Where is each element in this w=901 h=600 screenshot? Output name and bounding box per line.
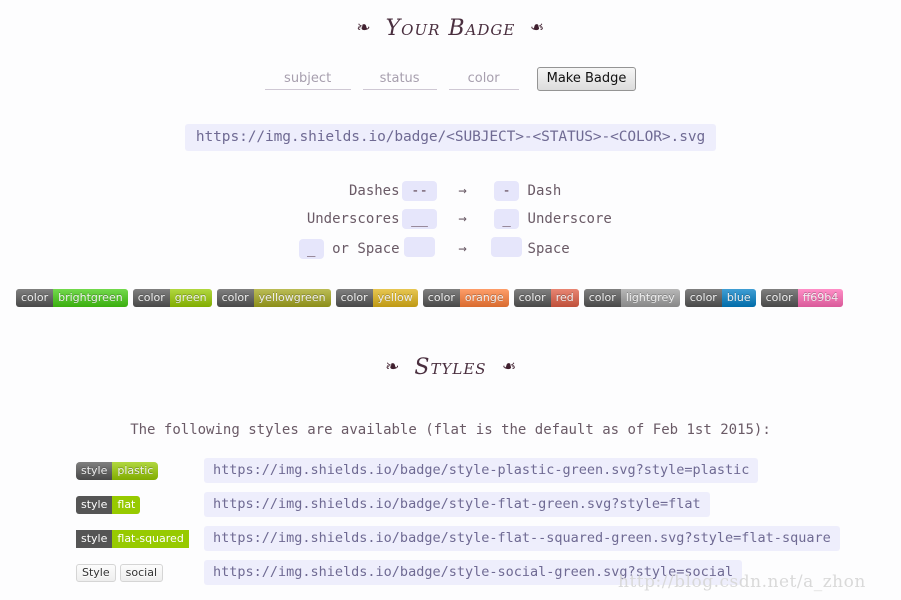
style-url-code[interactable]: https://img.shields.io/badge/style-plast…: [204, 458, 759, 483]
color-badge[interactable]: color lightgrey: [583, 289, 680, 307]
result-chip: -: [494, 181, 520, 201]
style-badge-cell: style flat-squared: [76, 529, 204, 548]
style-row: style flat-squared https://img.shields.io/…: [76, 526, 901, 551]
table-row: Underscores __ → _ Underscore: [241, 205, 661, 233]
badge-label: color: [513, 289, 551, 307]
badge-value: yellowgreen: [253, 289, 331, 307]
badge-value: ff69b4: [797, 289, 844, 307]
badge-value: social: [119, 563, 164, 582]
table-row: Dashes -- → - Dash: [241, 177, 661, 205]
color-badge[interactable]: color yellowgreen: [216, 289, 331, 307]
color-badge[interactable]: color ff69b4: [760, 289, 844, 307]
color-badge[interactable]: color green: [132, 289, 212, 307]
url-template-code[interactable]: https://img.shields.io/badge/<SUBJECT>-<…: [184, 124, 717, 151]
your-badge-heading: ❧ Your Badge ❧: [0, 0, 901, 41]
url-template-container: https://img.shields.io/badge/<SUBJECT>-<…: [0, 124, 901, 151]
color-badge[interactable]: color brightgreen: [16, 289, 128, 307]
badge-label: color: [684, 289, 722, 307]
style-row: style flat https://img.shields.io/badge/st…: [76, 492, 901, 517]
result-name: Dash: [527, 183, 562, 199]
style-badge-cell: style plastic: [76, 461, 204, 480]
style-url-code[interactable]: https://img.shields.io/badge/style-flat-…: [204, 526, 840, 551]
your-badge-heading-text: Your Badge: [385, 16, 516, 41]
watermark: http://blog.csdn.net/a_zhon: [618, 572, 866, 592]
separator-chip-cell: __: [400, 205, 440, 233]
badge-value: yellow: [372, 289, 418, 307]
styles-heading-text: Styles: [414, 355, 487, 380]
fleuron-ornament-left-icon: ❧: [356, 18, 372, 38]
color-badge[interactable]: color blue: [684, 289, 756, 307]
subject-input[interactable]: [264, 68, 351, 90]
badge-value: blue: [721, 289, 756, 307]
style-badge-cell: Style social: [76, 563, 204, 582]
result-chip: [491, 237, 523, 257]
badge-value: green: [169, 289, 212, 307]
styles-heading: ❧ Styles ❧: [0, 355, 901, 380]
badge-value: orange: [459, 289, 509, 307]
styles-description: The following styles are available (flat…: [130, 422, 771, 438]
badge-label: color: [760, 289, 798, 307]
separator-chip: __: [402, 209, 437, 229]
result-chip-cell: [486, 233, 528, 265]
separator-chip-cell: --: [400, 177, 440, 205]
separator-label: _ or Space: [241, 233, 400, 265]
style-badge[interactable]: Style social: [76, 563, 164, 582]
style-row: style plastic https://img.shields.io/badge…: [76, 458, 901, 483]
inline-underscore-chip: _: [298, 239, 324, 259]
badge-label: style: [76, 461, 113, 480]
badge-label: color: [335, 289, 373, 307]
color-badge[interactable]: color red: [513, 289, 579, 307]
result-chip-cell: _: [486, 205, 528, 233]
badge-label: color: [216, 289, 254, 307]
result-name: Underscore: [527, 211, 612, 227]
separator-table: Dashes -- → - Dash Underscores __ → _ Un…: [241, 177, 661, 265]
separator-chip: [404, 237, 436, 257]
style-url-code[interactable]: https://img.shields.io/badge/style-flat-…: [204, 492, 710, 517]
result-chip: _: [494, 209, 520, 229]
make-badge-button[interactable]: Make Badge: [536, 67, 637, 91]
arrow-right-icon: →: [458, 211, 467, 227]
color-badge-list: color brightgreen color green color yellowgre…: [0, 289, 901, 307]
fleuron-ornament-left-icon: ❧: [385, 357, 401, 377]
result-chip-cell: -: [486, 177, 528, 205]
badge-label: color: [583, 289, 621, 307]
badge-value: plastic: [112, 461, 159, 480]
badge-label: color: [16, 289, 54, 307]
badge-label: color: [132, 289, 170, 307]
badge-value: flat: [112, 495, 141, 514]
badge-label: style: [76, 495, 113, 514]
badge-label: Style: [76, 563, 116, 582]
separator-chip-cell: [400, 233, 440, 265]
fleuron-ornament-right-icon: ❧: [529, 18, 545, 38]
separator-label: Underscores: [306, 211, 400, 227]
badge-value: lightgrey: [620, 289, 680, 307]
status-input[interactable]: [362, 68, 437, 90]
color-badge[interactable]: color yellow: [335, 289, 418, 307]
style-badge-cell: style flat: [76, 495, 204, 514]
arrow-right-icon: →: [458, 183, 467, 199]
badge-value: red: [550, 289, 579, 307]
style-badge[interactable]: style plastic: [76, 461, 159, 480]
style-row-list: style plastic https://img.shields.io/badge…: [0, 458, 901, 585]
style-badge[interactable]: style flat-squared: [76, 529, 189, 548]
color-input[interactable]: [448, 68, 519, 90]
separator-label: Dashes: [348, 183, 400, 199]
style-badge[interactable]: style flat: [76, 495, 141, 514]
badge-value: flat-squared: [112, 529, 189, 548]
color-badge[interactable]: color orange: [422, 289, 509, 307]
badge-builder-form: Make Badge: [0, 67, 901, 91]
table-row: _ or Space → Space: [241, 233, 661, 265]
badge-label: style: [76, 529, 113, 548]
separator-label-rest: or Space: [323, 241, 400, 257]
badge-label: color: [422, 289, 460, 307]
fleuron-ornament-right-icon: ❧: [500, 357, 516, 377]
arrow-right-icon: →: [458, 241, 467, 257]
separator-chip: --: [402, 181, 437, 201]
badge-value: brightgreen: [53, 289, 128, 307]
result-name: Space: [527, 241, 570, 257]
